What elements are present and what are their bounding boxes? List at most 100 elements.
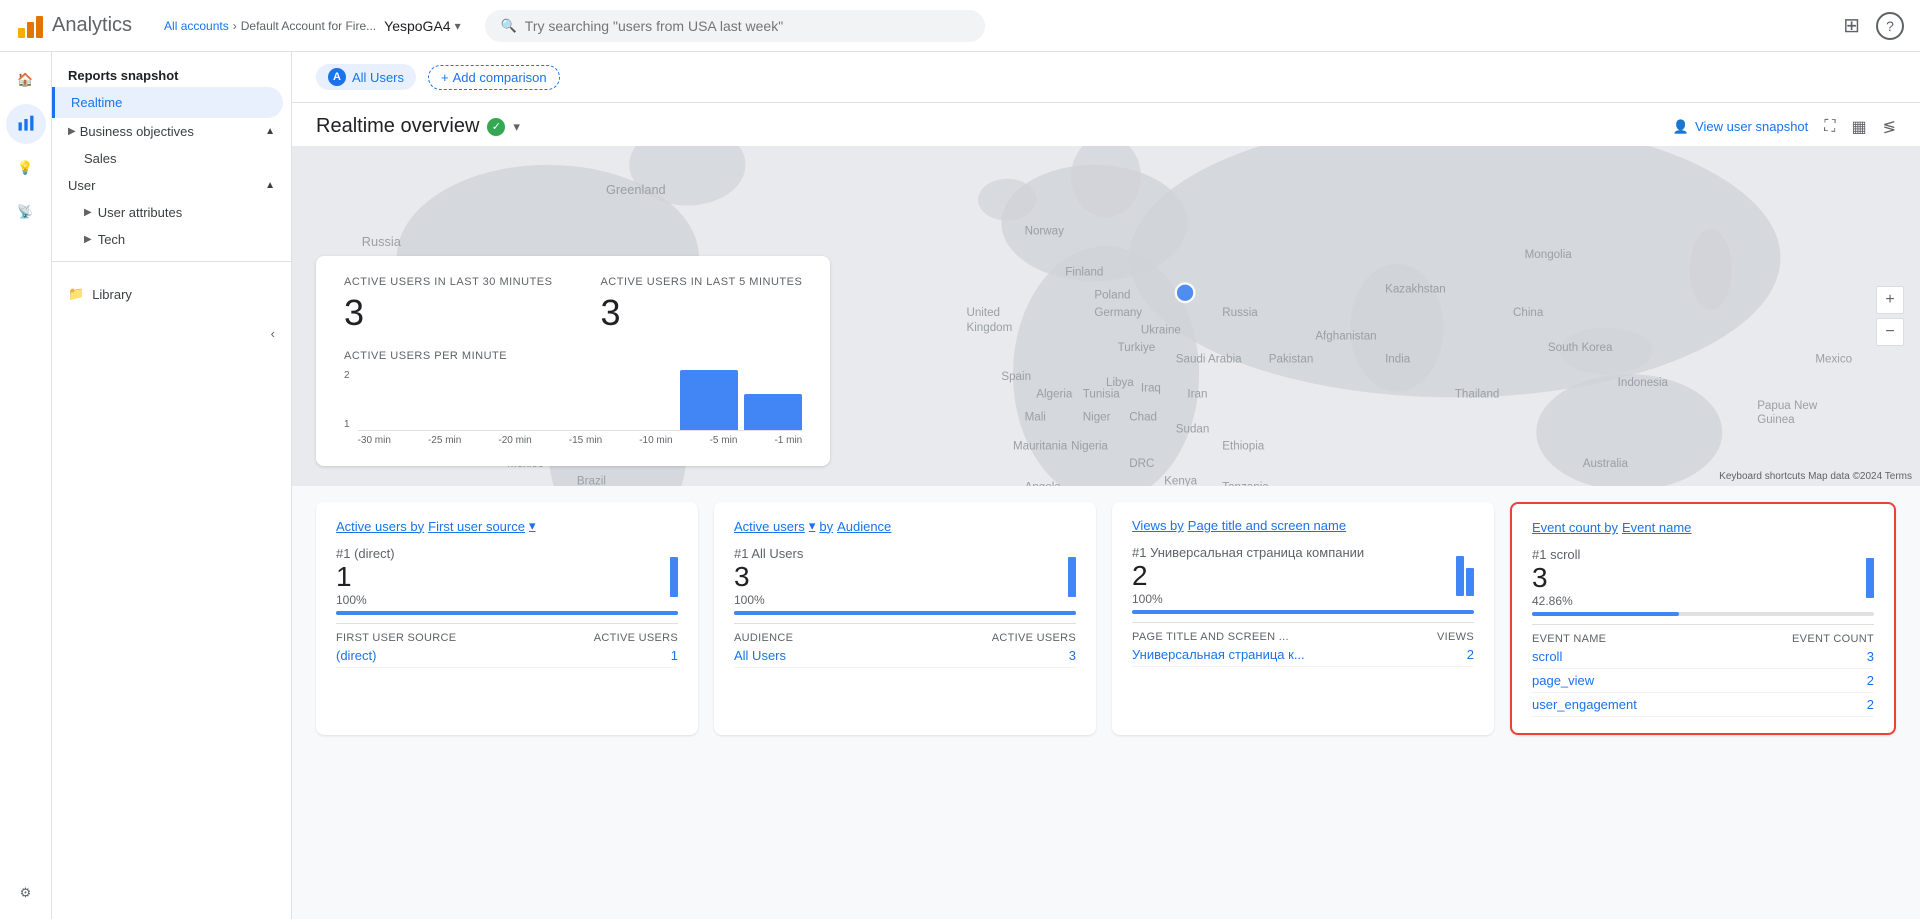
- card-1-rank: #1 (direct): [336, 546, 395, 561]
- card-page-title: Views by Page title and screen name #1 У…: [1112, 502, 1494, 735]
- card-audience: Active users ▾ by Audience #1 All Users …: [714, 502, 1096, 735]
- search-input[interactable]: [525, 18, 969, 34]
- zoom-out-button[interactable]: −: [1876, 318, 1904, 346]
- svg-text:Brazil: Brazil: [577, 475, 606, 486]
- bar-5: [680, 370, 738, 430]
- card-2-rank: #1 All Users: [734, 546, 803, 561]
- svg-text:Ukraine: Ukraine: [1141, 323, 1181, 336]
- card-3-title-text: Views by: [1132, 518, 1184, 533]
- card-2-mini-bars: [1068, 557, 1076, 597]
- card-1-row-0[interactable]: (direct) 1: [336, 644, 678, 668]
- zoom-in-button[interactable]: +: [1876, 286, 1904, 314]
- search-bar[interactable]: 🔍: [485, 10, 985, 42]
- card-3-col2-header: VIEWS: [1437, 631, 1474, 643]
- svg-text:Saudi Arabia: Saudi Arabia: [1176, 353, 1242, 366]
- sidebar-icon-settings[interactable]: ⚙: [6, 879, 46, 919]
- breadcrumb: All accounts › Default Account for Fire.…: [164, 19, 376, 33]
- svg-text:Mali: Mali: [1025, 411, 1046, 424]
- active-30-label: Active users in last 30 minutes: [344, 276, 552, 288]
- card-1-title[interactable]: Active users by First user source ▾: [336, 518, 678, 534]
- account-dropdown-icon[interactable]: ▾: [455, 19, 461, 33]
- svg-text:Norway: Norway: [1025, 225, 1065, 238]
- bar-6: [744, 394, 802, 430]
- card-4-row-2-name: user_engagement: [1532, 697, 1637, 712]
- per-minute-label: Active users per minute: [344, 350, 802, 362]
- card-4-row-0-value: 3: [1867, 649, 1874, 664]
- chip-letter: A: [328, 68, 346, 86]
- card-4-title-link[interactable]: Event name: [1622, 520, 1691, 535]
- breadcrumb-sep: ›: [233, 19, 237, 33]
- card-4-row-2[interactable]: user_engagement 2: [1532, 693, 1874, 717]
- view-snapshot-label: View user snapshot: [1695, 119, 1808, 134]
- card-4-row-1[interactable]: page_view 2: [1532, 669, 1874, 693]
- card-2-row-0-value: 3: [1069, 648, 1076, 663]
- sidebar-category-business[interactable]: ▶ Business objectives ▲: [52, 118, 291, 145]
- t1: -25 min: [428, 435, 461, 446]
- svg-text:Iraq: Iraq: [1141, 382, 1161, 395]
- t6: -1 min: [774, 435, 802, 446]
- sidebar-item-library[interactable]: 📁 Library: [68, 278, 275, 310]
- filter-bar: A All Users + Add comparison: [292, 52, 1920, 103]
- card-event-count: Event count by Event name #1 scroll 3 42…: [1510, 502, 1896, 735]
- svg-text:Mongolia: Mongolia: [1525, 248, 1573, 261]
- grid-icon[interactable]: ⊞: [1843, 13, 1860, 38]
- sidebar-item-tech[interactable]: ▶ Tech: [52, 226, 291, 253]
- card-2-row-0-name: All Users: [734, 648, 786, 663]
- add-comparison-label: Add comparison: [453, 70, 547, 85]
- card-4-row-1-name: page_view: [1532, 673, 1594, 688]
- card-4-row-0[interactable]: scroll 3: [1532, 645, 1874, 669]
- overview-title: Realtime overview ▾: [316, 115, 520, 138]
- time-labels: -30 min -25 min -20 min -15 min -10 min …: [358, 435, 803, 446]
- sidebar-icon-reports[interactable]: [6, 104, 46, 144]
- cards-row: Active users by First user source ▾ #1 (…: [292, 486, 1920, 751]
- share-icon[interactable]: ≶: [1883, 117, 1896, 137]
- card-3-row-0[interactable]: Универсальная страница к... 2: [1132, 643, 1474, 667]
- card-2-bar-bg: [734, 611, 1076, 615]
- sidebar-item-sales[interactable]: Sales: [52, 145, 291, 172]
- breadcrumb-all[interactable]: All accounts: [164, 19, 229, 33]
- account-selector[interactable]: YespoGA4 ▾: [376, 18, 460, 34]
- card-1-value-row: #1 (direct) 1 100%: [336, 546, 678, 607]
- card-2-title-link[interactable]: Audience: [837, 519, 891, 534]
- card-3-bar-2: [1466, 568, 1474, 596]
- sidebar-icon-home[interactable]: 🏠: [6, 60, 46, 100]
- view-snapshot-button[interactable]: 👤 View user snapshot: [1673, 119, 1808, 135]
- snapshot-icon: 👤: [1673, 119, 1689, 135]
- card-1-title-text: Active users by: [336, 519, 424, 534]
- add-comparison-button[interactable]: + Add comparison: [428, 65, 560, 90]
- card-3-rank: #1 Универсальная страница компании: [1132, 545, 1364, 560]
- card-3-title[interactable]: Views by Page title and screen name: [1132, 518, 1474, 533]
- sidebar-collapse[interactable]: ‹: [52, 318, 291, 349]
- overview-actions: 👤 View user snapshot ⛶ ▦ ≶: [1673, 117, 1896, 137]
- sidebar-item-realtime[interactable]: Realtime: [52, 87, 283, 118]
- sidebar-icon-explore[interactable]: 💡: [6, 148, 46, 188]
- sidebar-category-user[interactable]: User ▲: [52, 172, 291, 199]
- card-1-title-link[interactable]: First user source: [428, 519, 525, 534]
- card-3-main-value: 2: [1132, 560, 1364, 592]
- top-nav: Analytics All accounts › Default Account…: [0, 0, 1920, 52]
- chart-toggle-icon[interactable]: ▦: [1851, 117, 1866, 137]
- svg-text:Niger: Niger: [1083, 411, 1111, 424]
- card-2-row-0[interactable]: All Users 3: [734, 644, 1076, 668]
- svg-text:Indonesia: Indonesia: [1618, 376, 1669, 389]
- sidebar-icon-advertising[interactable]: 📡: [6, 192, 46, 232]
- svg-text:Ethiopia: Ethiopia: [1222, 440, 1264, 453]
- chart-baseline: [358, 430, 803, 431]
- status-dropdown[interactable]: ▾: [513, 119, 520, 135]
- card-4-title[interactable]: Event count by Event name: [1532, 520, 1874, 535]
- card-2-title[interactable]: Active users ▾ by Audience: [734, 518, 1076, 534]
- help-icon[interactable]: ?: [1876, 12, 1904, 40]
- card-3-mini-bars: [1456, 556, 1474, 596]
- svg-text:Mauritania: Mauritania: [1013, 440, 1068, 453]
- svg-text:Tanzania: Tanzania: [1222, 480, 1269, 486]
- all-users-chip[interactable]: A All Users: [316, 64, 416, 90]
- sidebar-item-user-attributes[interactable]: ▶ User attributes: [52, 199, 291, 226]
- library-icon: 📁: [68, 286, 84, 302]
- fullscreen-icon[interactable]: ⛶: [1824, 118, 1835, 136]
- card-3-title-link[interactable]: Page title and screen name: [1188, 518, 1346, 533]
- card-1-arrow[interactable]: ▾: [529, 518, 536, 534]
- svg-text:Russia: Russia: [1222, 306, 1258, 319]
- card-1-col2-header: ACTIVE USERS: [594, 632, 678, 644]
- card-1-bar: [670, 557, 678, 597]
- card-2-title-arrow[interactable]: ▾: [809, 518, 816, 534]
